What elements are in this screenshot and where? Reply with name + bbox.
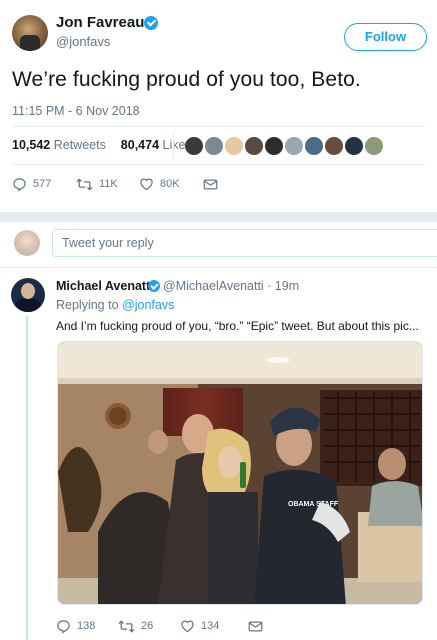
retweets-label[interactable]: Retweets: [54, 138, 106, 152]
replying-prefix: Replying to: [56, 298, 119, 312]
reply-input[interactable]: Tweet your reply: [52, 229, 437, 257]
likes-count[interactable]: 80,474: [121, 138, 159, 152]
reply-button[interactable]: 577: [12, 176, 51, 192]
liker-avatar[interactable]: [325, 137, 343, 155]
replying-to-link[interactable]: @jonfavs: [122, 298, 174, 312]
message-icon: [203, 179, 218, 190]
like-button[interactable]: 134: [180, 618, 219, 634]
author-handle[interactable]: @jonfavs: [56, 34, 110, 49]
replying-to: Replying to @jonfavs: [56, 298, 174, 312]
thread-line: [26, 316, 28, 640]
liker-avatar[interactable]: [285, 137, 303, 155]
reply-author-handle[interactable]: @MichaelAvenatti · 19m: [163, 279, 299, 293]
message-button[interactable]: [203, 176, 218, 192]
reply-count: 577: [33, 178, 52, 191]
divider: [173, 132, 174, 158]
reply-tweet: Michael Avenatti @MichaelAvenatti · 19m …: [0, 269, 437, 640]
divider: [12, 126, 425, 127]
tweet-text: We’re fucking proud of you too, Beto.: [12, 68, 361, 91]
current-user-avatar: [14, 230, 40, 256]
reply-composer: Tweet your reply: [0, 222, 437, 268]
message-button[interactable]: [248, 618, 263, 634]
liker-avatar[interactable]: [185, 137, 203, 155]
verified-icon: [144, 16, 158, 30]
liker-avatar[interactable]: [225, 137, 243, 155]
author-avatar[interactable]: [12, 15, 48, 51]
retweet-count: 11K: [99, 178, 118, 191]
follow-button[interactable]: Follow: [344, 23, 427, 51]
engagement-stats: 10,542 Retweets 80,474 Likes: [12, 138, 192, 152]
retweet-button[interactable]: 26: [118, 618, 153, 634]
reply-author-name[interactable]: Michael Avenatti: [56, 279, 154, 293]
like-button[interactable]: 80K: [139, 176, 180, 192]
liker-avatar[interactable]: [345, 137, 363, 155]
liker-avatars: [185, 137, 385, 155]
retweet-icon: [118, 619, 135, 633]
liker-avatar[interactable]: [265, 137, 283, 155]
liker-avatar[interactable]: [205, 137, 223, 155]
tweet-photo[interactable]: OBAMA STAFF: [57, 341, 423, 605]
reply-text: And I’m fucking proud of you, “bro.” “Ep…: [56, 319, 419, 333]
divider: [12, 164, 425, 165]
photo-scene: OBAMA STAFF: [58, 342, 422, 604]
retweet-count: 26: [141, 620, 154, 633]
reply-count: 138: [77, 620, 96, 633]
retweets-count[interactable]: 10,542: [12, 138, 50, 152]
reply-button[interactable]: 138: [56, 618, 95, 634]
message-icon: [248, 621, 263, 632]
retweet-button[interactable]: 11K: [76, 176, 118, 192]
author-name[interactable]: Jon Favreau: [56, 14, 144, 31]
reply-icon: [57, 619, 70, 634]
main-tweet: Jon Favreau @jonfavs Follow We’re fuckin…: [0, 0, 437, 212]
section-separator: [0, 212, 437, 222]
tweet-timestamp[interactable]: 11:15 PM - 6 Nov 2018: [12, 104, 140, 118]
like-count: 80K: [160, 178, 180, 191]
liker-avatar[interactable]: [245, 137, 263, 155]
liker-avatar[interactable]: [305, 137, 323, 155]
liker-avatar[interactable]: [365, 137, 383, 155]
like-icon: [140, 178, 153, 191]
reply-icon: [13, 177, 26, 192]
like-count: 134: [201, 620, 220, 633]
reply-author-avatar[interactable]: [11, 278, 45, 312]
verified-icon: [148, 280, 160, 292]
retweet-icon: [76, 177, 93, 191]
like-icon: [181, 620, 194, 633]
